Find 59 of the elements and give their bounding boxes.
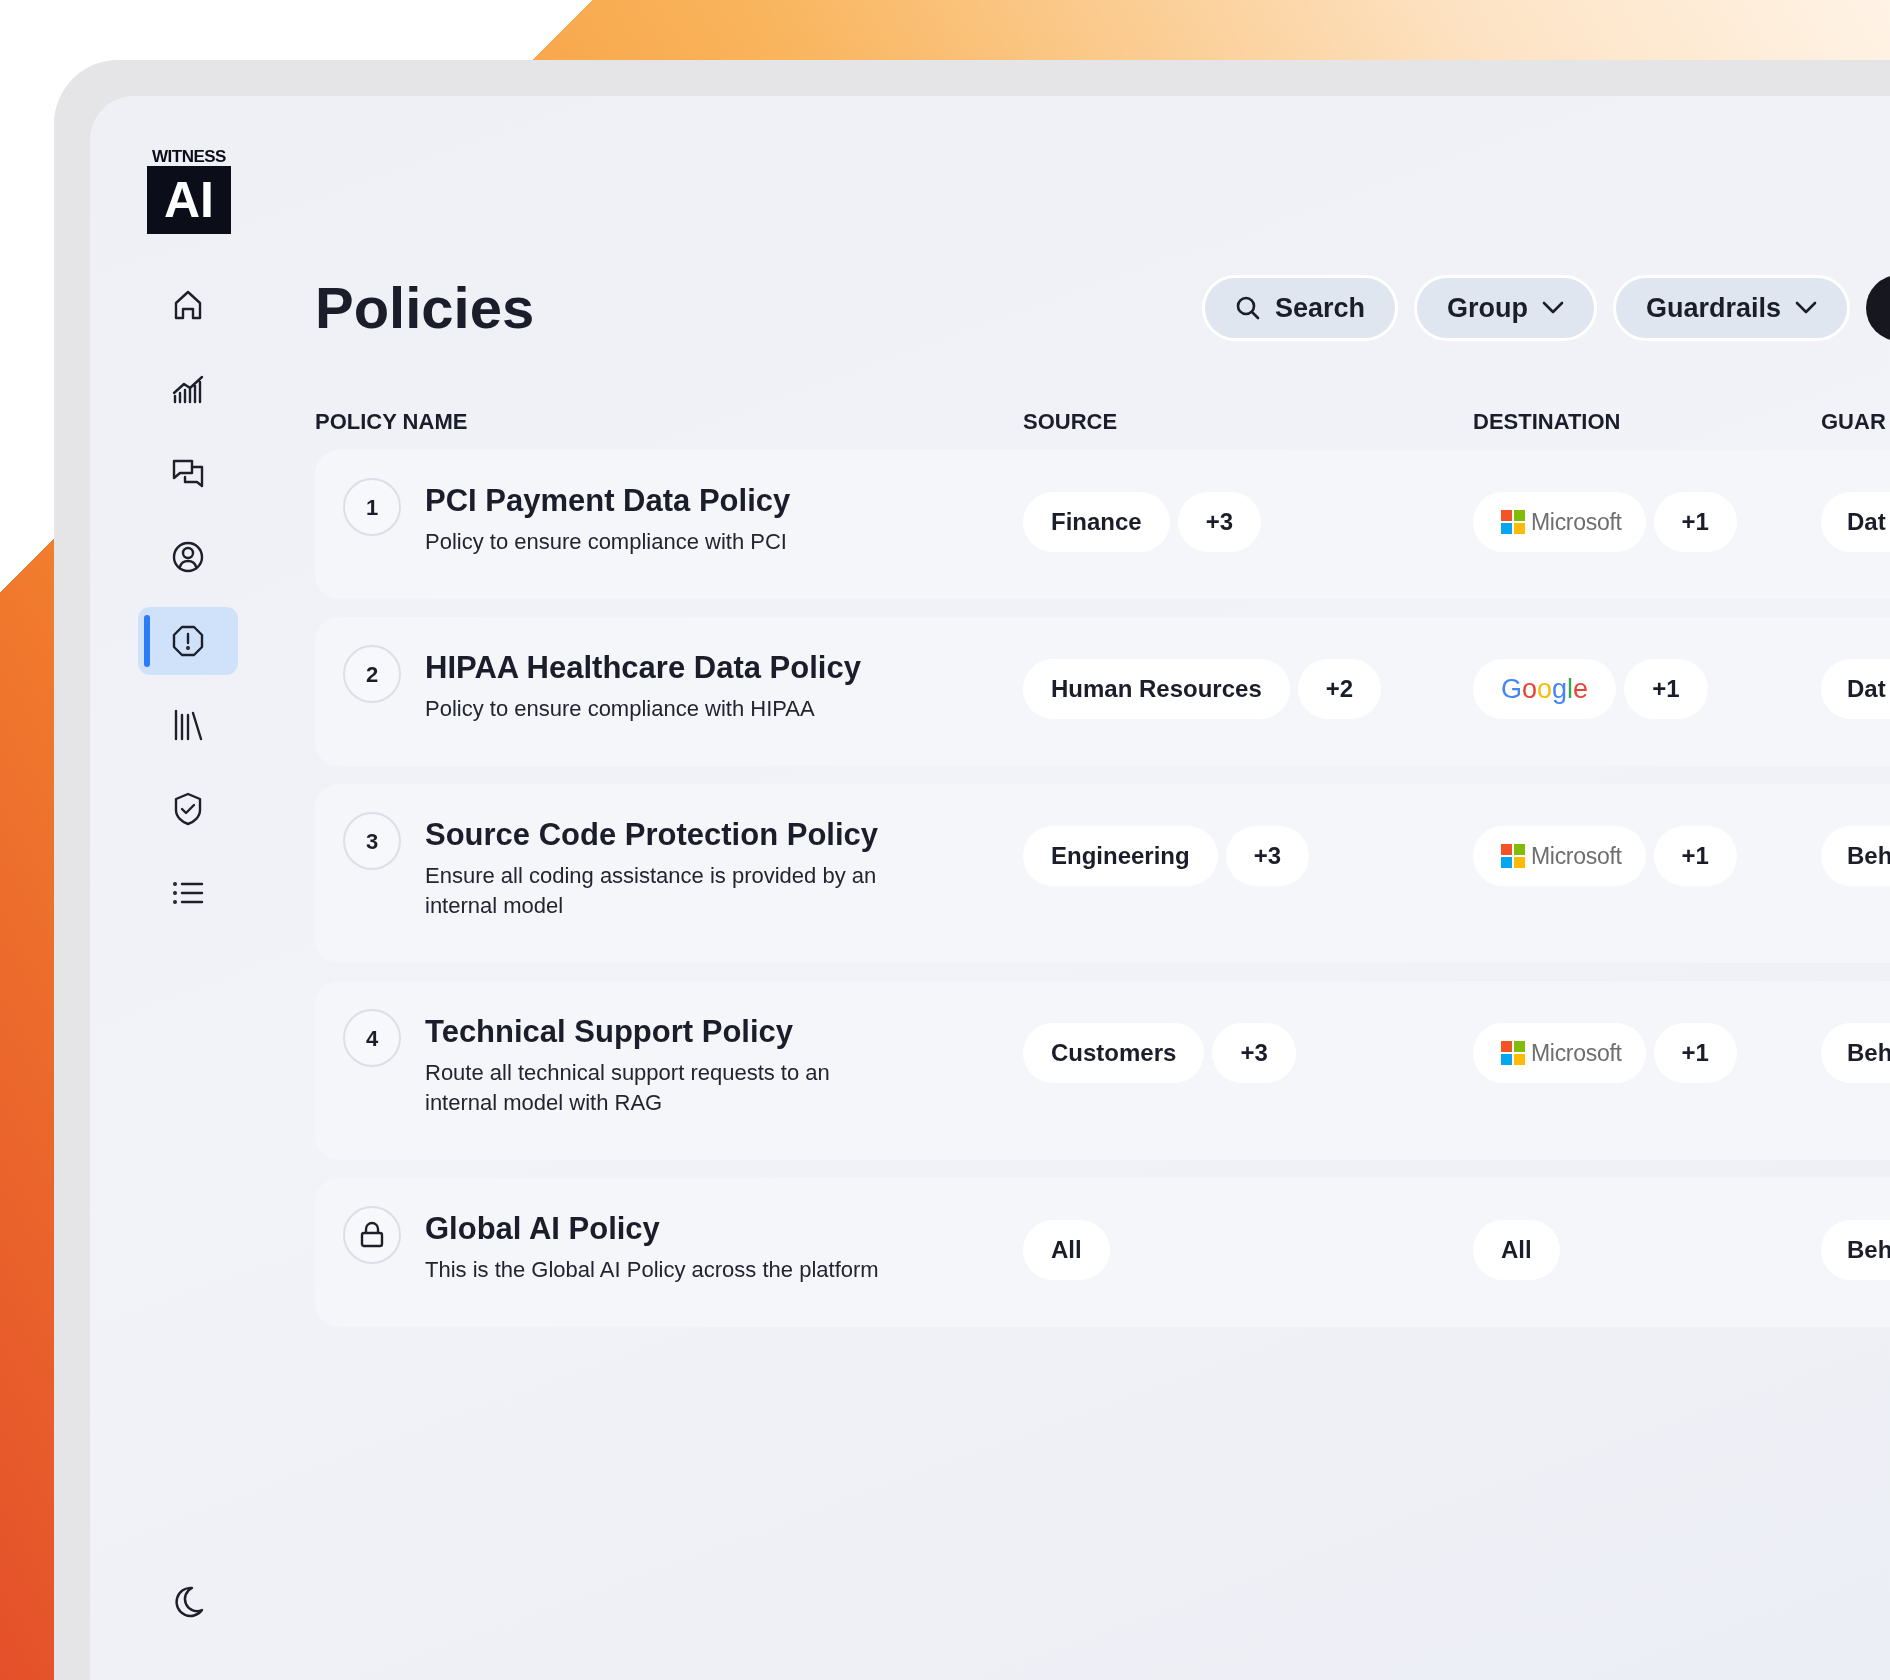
policy-description: Policy to ensure compliance with PCI xyxy=(425,528,788,556)
guardrail-tag: Beh xyxy=(1821,826,1890,886)
policy-name: HIPAA Healthcare Data Policy xyxy=(425,649,861,687)
row-number: 1 xyxy=(343,478,401,536)
policy-row[interactable]: 2 HIPAA Healthcare Data Policy Policy to ensure compliance with HIPAA Human Resources +2 Google +1 Dat xyxy=(315,617,1890,766)
destination-tag: +1 xyxy=(1653,492,1737,552)
destination-tag: +1 xyxy=(1653,826,1737,886)
chevron-down-icon xyxy=(1795,301,1818,315)
destination-tag: +1 xyxy=(1624,659,1708,719)
nav-item[interactable] xyxy=(138,607,238,675)
policy-row[interactable]: 3 Source Code Protection Policy Ensure all coding assistance is provided by an internal model Engineering +3 Microsoft +1 Beh xyxy=(315,784,1890,963)
source-tag: Engineering xyxy=(1023,826,1218,886)
guardrail-tag: Beh xyxy=(1821,1023,1890,1083)
policy-row[interactable]: 4 Technical Support Policy Route all technical support requests to an internal model with RAG Customers +3 Microsoft +1 Beh xyxy=(315,981,1890,1160)
column-header: GUAR xyxy=(1821,408,1887,436)
source-tag: +2 xyxy=(1297,659,1382,719)
row-number: 4 xyxy=(343,1009,401,1067)
guardrail-tag: Beh xyxy=(1821,1220,1890,1280)
column-header: POLICY NAME xyxy=(315,408,469,436)
source-tag: +3 xyxy=(1177,492,1262,552)
row-number: 2 xyxy=(343,645,401,703)
search-button[interactable]: Search xyxy=(1202,275,1399,341)
four-squares-icon xyxy=(1501,1041,1525,1065)
row-number: 3 xyxy=(343,812,401,870)
policy-description: This is the Global AI Policy across the platform xyxy=(425,1256,879,1284)
policy-name: Global AI Policy xyxy=(425,1210,661,1248)
policy-row[interactable]: Global AI Policy This is the Global AI Policy across the platform All All Beh xyxy=(315,1178,1890,1327)
brand-name: Microsoft xyxy=(1531,1038,1622,1068)
page-title: Policies xyxy=(315,275,536,341)
chevron-down-icon xyxy=(1542,301,1565,315)
policy-name: Source Code Protection Policy xyxy=(425,816,880,854)
logo-wordmark: WITNESS xyxy=(151,148,227,166)
filter-dropdown[interactable]: Group xyxy=(1414,275,1598,341)
policy-name: PCI Payment Data Policy xyxy=(425,482,791,520)
filter-dropdown[interactable]: Guardrails xyxy=(1613,275,1851,341)
guardrail-tag: Dat xyxy=(1821,492,1890,552)
brand-name: Google xyxy=(1501,672,1589,706)
policy-description: Route all technical support requests to an internal model with RAG xyxy=(425,1059,831,1117)
four-squares-icon xyxy=(1501,844,1525,868)
source-tag: +3 xyxy=(1212,1023,1296,1083)
column-header: DESTINATION xyxy=(1473,408,1622,436)
policy-row[interactable]: 1 PCI Payment Data Policy Policy to ensure compliance with PCI Finance +3 Microsoft +1 Dat xyxy=(315,450,1890,599)
source-tag: Customers xyxy=(1023,1023,1205,1083)
guardrail-tag: Dat xyxy=(1821,659,1890,719)
destination-tag: +1 xyxy=(1653,1023,1737,1083)
column-header: SOURCE xyxy=(1023,408,1119,436)
destination-tag: All xyxy=(1473,1220,1560,1280)
brand-name: Microsoft xyxy=(1531,507,1622,537)
policy-name: Technical Support Policy xyxy=(425,1013,795,1051)
source-tag: Human Resources xyxy=(1023,659,1290,719)
search-icon xyxy=(1235,295,1261,321)
brand-name: Microsoft xyxy=(1531,841,1622,871)
four-squares-icon xyxy=(1501,510,1525,534)
policy-description: Ensure all coding assistance is provided by an internal model xyxy=(425,862,878,920)
source-tag: +3 xyxy=(1225,826,1310,886)
source-tag: All xyxy=(1023,1220,1110,1280)
source-tag: Finance xyxy=(1023,492,1170,552)
policy-description: Policy to ensure compliance with HIPAA xyxy=(425,695,816,723)
logo-mark: AI xyxy=(147,166,231,234)
